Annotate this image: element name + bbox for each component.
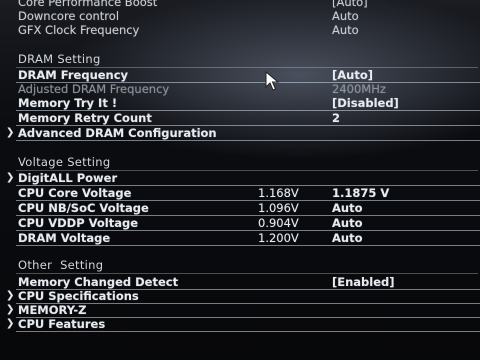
- chevron-right-icon: ❯: [6, 127, 15, 138]
- setting-value: [Auto]: [332, 0, 368, 9]
- setting-row-memory-try-it[interactable]: Memory Try It ! [Disabled]: [0, 96, 480, 111]
- current-voltage: 1.200V: [258, 231, 299, 245]
- setting-label: DRAM Frequency: [18, 68, 129, 82]
- current-voltage: 1.168V: [258, 186, 299, 200]
- setting-value[interactable]: Auto: [332, 201, 363, 215]
- setting-label: GFX Clock Frequency: [18, 23, 140, 37]
- setting-value[interactable]: Auto: [332, 231, 363, 245]
- setting-row-dram-frequency[interactable]: DRAM Frequency [Auto]: [0, 68, 480, 83]
- setting-label: MEMORY-Z: [18, 303, 87, 317]
- setting-value[interactable]: 2: [332, 111, 340, 125]
- section-title-dram: DRAM Setting: [16, 52, 476, 68]
- setting-value: Auto: [332, 23, 359, 37]
- setting-value: Auto: [332, 9, 359, 23]
- chevron-right-icon: ❯: [6, 290, 15, 301]
- setting-value[interactable]: [Disabled]: [332, 96, 399, 110]
- setting-label: Memory Try It !: [18, 96, 118, 110]
- current-voltage: 0.904V: [258, 216, 299, 230]
- setting-row-gfx-clock-frequency[interactable]: GFX Clock Frequency Auto: [0, 23, 480, 37]
- setting-value[interactable]: Auto: [332, 216, 363, 230]
- setting-row-core-performance-boost[interactable]: Core Performance Boost [Auto]: [0, 0, 480, 9]
- setting-row-cpu-nb-soc-voltage[interactable]: CPU NB/SoC Voltage 1.096V Auto: [0, 201, 480, 216]
- setting-label: CPU Core Voltage: [18, 186, 132, 200]
- submenu-advanced-dram-configuration[interactable]: ❯ Advanced DRAM Configuration: [0, 126, 480, 141]
- setting-row-cpu-core-voltage[interactable]: CPU Core Voltage 1.168V 1.1875 V: [0, 186, 480, 201]
- setting-value[interactable]: [Auto]: [332, 68, 373, 82]
- section-title-voltage: Voltage Setting: [15, 155, 480, 171]
- chevron-right-icon: ❯: [6, 304, 15, 315]
- setting-label: CPU VDDP Voltage: [18, 216, 139, 230]
- submenu-cpu-features[interactable]: ❯ CPU Features: [0, 317, 480, 332]
- setting-label: Memory Changed Detect: [18, 275, 179, 289]
- setting-label: Adjusted DRAM Frequency: [18, 82, 170, 96]
- setting-value[interactable]: 1.1875 V: [332, 186, 389, 200]
- setting-label: Downcore control: [18, 9, 120, 23]
- setting-row-downcore-control[interactable]: Downcore control Auto: [0, 9, 480, 23]
- setting-row-memory-retry-count[interactable]: Memory Retry Count 2: [0, 111, 480, 126]
- setting-row-adjusted-dram-frequency: Adjusted DRAM Frequency 2400MHz: [0, 82, 480, 96]
- setting-value[interactable]: [Enabled]: [332, 275, 395, 289]
- setting-label: CPU Features: [18, 317, 106, 331]
- setting-label: CPU Specifications: [18, 289, 139, 303]
- chevron-right-icon: ❯: [6, 318, 15, 329]
- section-title-other: Other Setting: [15, 258, 480, 274]
- chevron-right-icon: ❯: [6, 172, 15, 183]
- bios-screen: Core Performance Boost [Auto] Downcore c…: [0, 0, 480, 360]
- submenu-digitall-power[interactable]: ❯ DigitALL Power: [0, 171, 480, 186]
- setting-label: Advanced DRAM Configuration: [18, 126, 217, 140]
- current-voltage: 1.096V: [258, 201, 299, 215]
- setting-value: 2400MHz: [332, 82, 386, 96]
- setting-row-dram-voltage[interactable]: DRAM Voltage 1.200V Auto: [0, 231, 480, 246]
- setting-label: Core Performance Boost: [18, 0, 158, 9]
- setting-label: DRAM Voltage: [18, 231, 111, 245]
- setting-label: CPU NB/SoC Voltage: [18, 201, 149, 215]
- submenu-cpu-specifications[interactable]: ❯ CPU Specifications: [0, 289, 480, 304]
- mouse-pointer-icon: [265, 71, 279, 91]
- submenu-memory-z[interactable]: ❯ MEMORY-Z: [0, 303, 480, 318]
- setting-label: DigitALL Power: [18, 171, 118, 185]
- setting-row-memory-changed-detect[interactable]: Memory Changed Detect [Enabled]: [0, 275, 480, 290]
- setting-row-cpu-vddp-voltage[interactable]: CPU VDDP Voltage 0.904V Auto: [0, 216, 480, 231]
- setting-label: Memory Retry Count: [18, 111, 152, 125]
